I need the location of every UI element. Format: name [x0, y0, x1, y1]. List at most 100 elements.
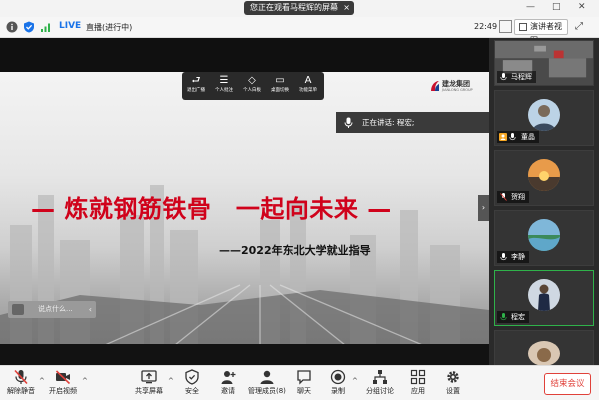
- meeting-clock: 22:49: [474, 22, 498, 31]
- brand-mark-icon: [431, 81, 439, 91]
- participant-tile[interactable]: [494, 330, 594, 366]
- speaking-label: 正在讲话: 程宏;: [362, 118, 415, 127]
- collapse-panel-button[interactable]: ›: [478, 195, 489, 221]
- gear-icon: [447, 371, 459, 383]
- start-video-button[interactable]: 开启视频: [49, 369, 77, 399]
- participant-avatar: [528, 219, 560, 251]
- invite-icon: [221, 371, 236, 384]
- brand-subtitle: JIANLONG GROUP: [442, 88, 473, 92]
- video-options-chevron-icon[interactable]: ^: [82, 377, 88, 385]
- title-bar: 您正在观看马程辉的屏幕 × — □ ✕: [0, 0, 599, 17]
- mic-speaking-icon: [344, 117, 353, 128]
- toolbar-label: 安全: [185, 387, 199, 395]
- slide-letterbox-bottom: [0, 344, 489, 365]
- toolbar-label: 分组讨论: [366, 387, 394, 395]
- slide-subheadline: ——2022年东北大学就业指导: [219, 244, 371, 257]
- settings-button[interactable]: 设置: [445, 369, 461, 399]
- toolbar-label: 应用: [411, 387, 425, 395]
- participant-name: 马程辉: [511, 73, 532, 81]
- window-close-icon[interactable]: ✕: [578, 2, 586, 12]
- toolbar-label: 聊天: [297, 387, 311, 395]
- security-button[interactable]: 安全: [184, 369, 200, 399]
- chevron-right-icon: ›: [481, 203, 486, 212]
- breakout-rooms-button[interactable]: 分组讨论: [366, 369, 394, 399]
- minimize-icon[interactable]: —: [526, 2, 535, 12]
- end-meeting-button[interactable]: 结束会议: [544, 373, 591, 395]
- mic-muted-icon: [14, 369, 28, 385]
- shared-screen: ⮐ 退出广播 ☰ 个人批注 ◇ 个人白板 ▭ 桌面切换 A 功能菜单 建龙集团 …: [0, 38, 489, 365]
- tool-label: 个人白板: [243, 88, 261, 93]
- tool-label: 个人批注: [215, 88, 233, 93]
- chat-button[interactable]: 聊天: [296, 369, 312, 399]
- meeting-window: 您正在观看马程辉的屏幕 × — □ ✕ LIVE 直播(进行中) 22:49 演…: [0, 0, 599, 400]
- participant-tile[interactable]: 李静: [494, 210, 594, 266]
- participant-tile[interactable]: 贺翔: [494, 150, 594, 206]
- participant-name: 董晶: [521, 133, 535, 141]
- participant-tile[interactable]: 马程辉: [494, 40, 594, 86]
- mic-speaking-icon: [500, 313, 507, 321]
- exit-broadcast-button[interactable]: ⮐ 退出广播: [182, 72, 210, 100]
- mic-on-icon: [500, 253, 507, 261]
- participant-name-tag: 马程辉: [497, 71, 536, 83]
- chat-bubble-icon: [12, 304, 24, 315]
- maximize-icon[interactable]: □: [552, 2, 561, 12]
- view-grid-icon: [519, 23, 527, 31]
- signal-icon[interactable]: [40, 21, 52, 33]
- apps-button[interactable]: 应用: [410, 369, 426, 399]
- whiteboard-icon: ◇: [248, 75, 256, 86]
- tool-label: 桌面切换: [271, 88, 289, 93]
- participant-name-tag: 贺翔: [497, 191, 529, 203]
- desktop-share-icon: ▭: [275, 75, 285, 86]
- tool-label: 功能菜单: [299, 88, 317, 93]
- mic-on-icon: [500, 73, 507, 81]
- record-options-chevron-icon[interactable]: ^: [352, 377, 358, 385]
- unmute-button[interactable]: 解除静音: [7, 369, 35, 399]
- sharing-notice: 您正在观看马程辉的屏幕 ×: [244, 1, 354, 15]
- annotation-toolbar: ⮐ 退出广播 ☰ 个人批注 ◇ 个人白板 ▭ 桌面切换 A 功能菜单: [182, 72, 324, 100]
- desktop-switch-button[interactable]: ▭ 桌面切换: [266, 72, 294, 100]
- chat-placeholder: 说点什么...: [38, 305, 73, 313]
- share-screen-icon: [141, 370, 157, 384]
- sharing-notice-text: 您正在观看马程辉的屏幕: [250, 3, 338, 12]
- participant-name: 贺翔: [511, 193, 525, 201]
- record-icon: [330, 369, 346, 385]
- members-icon: [260, 370, 274, 384]
- participant-name: 李静: [511, 253, 525, 261]
- tools-menu-icon: A: [304, 75, 312, 86]
- toolbar-label: 开启视频: [49, 387, 77, 395]
- share-screen-button[interactable]: 共享屏幕: [135, 369, 163, 399]
- host-icon: [499, 133, 507, 141]
- chat-icon: [297, 370, 311, 385]
- gallery-grid-icon[interactable]: [499, 20, 512, 33]
- invite-button[interactable]: 邀请: [220, 369, 236, 399]
- tool-label: 退出广播: [187, 88, 205, 93]
- notes-icon: ☰: [219, 75, 229, 86]
- record-button[interactable]: 录制: [330, 369, 346, 399]
- share-options-chevron-icon[interactable]: ^: [168, 377, 174, 385]
- tools-menu-button[interactable]: A 功能菜单: [294, 72, 322, 100]
- toolbar-label: 设置: [446, 387, 460, 395]
- participant-tile[interactable]: 程宏: [494, 270, 594, 326]
- speaking-indicator: 正在讲话: 程宏;: [336, 112, 489, 133]
- participant-avatar: [528, 279, 560, 311]
- participant-name-tag: 程宏: [497, 311, 529, 323]
- brand-logo: 建龙集团 JIANLONG GROUP: [430, 80, 478, 94]
- chat-input[interactable]: 说点什么... ‹: [8, 301, 96, 318]
- participant-tile[interactable]: 董晶: [494, 90, 594, 146]
- mic-on-icon: [509, 133, 516, 141]
- breakout-icon: [373, 370, 387, 384]
- view-mode-button[interactable]: 演讲者视图: [514, 19, 568, 45]
- shield-icon: [185, 369, 199, 385]
- shield-icon[interactable]: [23, 21, 35, 33]
- participants-button[interactable]: 管理成员(8): [248, 369, 286, 399]
- participant-name-tag: 董晶: [497, 131, 539, 143]
- whiteboard-button[interactable]: ◇ 个人白板: [238, 72, 266, 100]
- close-icon[interactable]: ×: [343, 1, 350, 15]
- fullscreen-icon[interactable]: ⤢: [575, 21, 583, 32]
- personal-notes-button[interactable]: ☰ 个人批注: [210, 72, 238, 100]
- live-badge[interactable]: LIVE: [59, 21, 81, 31]
- slide-headline: — 炼就钢筋铁骨 一起向未来 —: [31, 195, 392, 223]
- audio-options-chevron-icon[interactable]: ^: [39, 377, 45, 385]
- chevron-left-icon[interactable]: ‹: [89, 301, 92, 318]
- info-icon[interactable]: [6, 21, 18, 33]
